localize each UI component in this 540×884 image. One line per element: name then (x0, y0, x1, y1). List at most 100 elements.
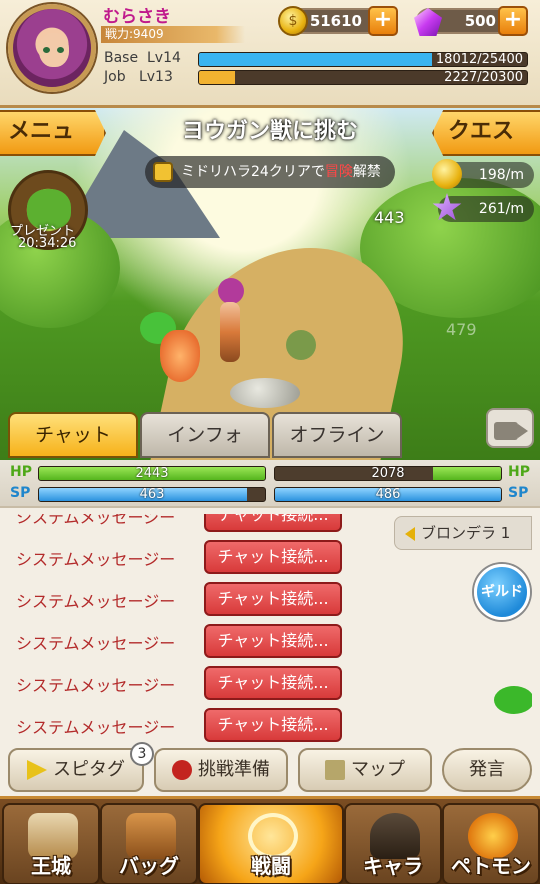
chat-sender: システムメッセージー (16, 550, 176, 569)
chat-bubble[interactable]: チャット接続... (204, 624, 342, 658)
base-exp-fill (199, 53, 432, 66)
gold-rate: 198/m (432, 159, 534, 189)
gem-icon (414, 8, 442, 36)
player-header: むらさき 戦力:9409 $ 51610 + 500 + Base Lv14 1… (0, 0, 540, 108)
battle-scene[interactable]: メニュー ヨウガン獣に挑む クエスト ミドリハラ24クリアで冒険解禁 198/m… (0, 108, 540, 460)
buy-gem-button[interactable]: + (498, 6, 528, 36)
exp-rate: 261/m (432, 193, 534, 222)
tab-chat[interactable]: チャット (8, 412, 138, 458)
base-level-label: Base Lv14 (104, 50, 181, 66)
player-name: むらさき (103, 7, 171, 27)
nav-battle[interactable]: 戦闘 (198, 803, 344, 884)
chat-area: システムメッセージー チャット接続... ︿ システムメッセージー チャット接続… (0, 506, 540, 746)
base-exp-bar: 18012/25400 (198, 52, 528, 67)
camera-icon[interactable] (486, 408, 534, 448)
player-sp-label: SP (10, 485, 31, 501)
tab-offline[interactable]: オフライン (272, 412, 402, 458)
stage-title: ヨウガン獣に挑む (181, 119, 358, 144)
job-exp-fill (199, 71, 236, 84)
base-label: Base (104, 50, 139, 66)
lock-icon (153, 162, 173, 182)
player-hp-bar: 2443 (38, 466, 266, 481)
damage-number-faded: 479 (446, 320, 477, 339)
player-character (210, 278, 250, 368)
avatar-eye-right (57, 47, 64, 53)
player-avatar[interactable] (8, 4, 96, 92)
nav-character-label: キャラ (363, 854, 423, 878)
job-label: Job (104, 69, 126, 85)
spitag-button[interactable]: スピタグ 3 (8, 742, 154, 792)
chat-sender: システムメッセージー (16, 718, 176, 737)
chat-log[interactable]: システムメッセージー チャット接続... ︿ システムメッセージー チャット接続… (8, 514, 532, 746)
nav-castle[interactable]: 王城 (2, 803, 100, 884)
map-icon (325, 760, 345, 780)
monster-icon (172, 760, 192, 780)
gold-amount: 51610 (309, 12, 362, 30)
chat-sender: システムメッセージー (16, 676, 176, 695)
enemy-hp-value: 2078 (371, 466, 405, 481)
unlock-text-danger: 冒険 (324, 164, 353, 180)
hero-body (220, 302, 240, 362)
flag-icon (27, 760, 47, 780)
hero-hair (218, 278, 244, 304)
enemy-hp-label: HP (508, 464, 530, 480)
nav-character[interactable]: キャラ (344, 803, 442, 884)
base-level: Lv14 (147, 50, 181, 66)
chat-sender: システムメッセージー (16, 634, 176, 653)
menu-button[interactable]: メニュー (0, 110, 106, 156)
chat-bubble[interactable]: チャット接続... (204, 582, 342, 616)
enemy-sp-bar: 486 (274, 487, 502, 502)
guild-button[interactable]: ギルド (474, 564, 530, 620)
chat-sender: システムメッセージー (16, 514, 176, 527)
chat-bubble[interactable]: チャット接続... (204, 666, 342, 700)
plant-monster (286, 330, 316, 360)
challenge-label: 挑戦準備 (198, 759, 270, 780)
damage-number: 443 (374, 208, 405, 227)
nav-petmon-label: ペトモン (451, 854, 531, 878)
job-exp-text: 2227/20300 (444, 70, 523, 85)
gem-amount: 500 (464, 12, 496, 30)
unlock-notice: ミドリハラ24クリアで冒険解禁 (145, 156, 395, 188)
gold-rate-text: 198/m (478, 167, 524, 183)
player-sp-value: 463 (139, 487, 165, 502)
player-sp-bar: 463 (38, 487, 266, 502)
player-hp-value: 2443 (135, 466, 169, 481)
nav-bag[interactable]: バッグ (100, 803, 198, 884)
bottom-nav: 王城 バッグ 戦闘 キャラ ペトモン (0, 796, 540, 884)
challenge-prep-button[interactable]: 挑戦準備 (154, 748, 288, 792)
chat-bubble[interactable]: チャット接続... (204, 708, 342, 742)
nav-bag-label: バッグ (119, 854, 179, 878)
base-exp-text: 18012/25400 (435, 52, 523, 67)
nav-battle-label: 戦闘 (251, 854, 291, 878)
rock (230, 378, 300, 408)
chat-bubble-icon[interactable] (494, 686, 532, 714)
player-hp-label: HP (10, 464, 32, 480)
fire-monster (160, 330, 200, 382)
quest-button[interactable]: クエスト (432, 110, 540, 156)
enemy-hp-bar: 2078 (274, 466, 502, 481)
tab-info[interactable]: インフォ (140, 412, 270, 458)
present-timer: 20:34:26 (18, 236, 77, 251)
exp-rate-text: 261/m (478, 201, 524, 217)
action-bar: スピタグ 3 挑戦準備 マップ 発言 (0, 742, 540, 796)
job-level-label: Job Lv13 (104, 69, 173, 85)
job-level: Lv13 (138, 69, 173, 85)
job-exp-bar: 2227/20300 (198, 70, 528, 85)
map-label: マップ (351, 759, 405, 780)
gold-coin-icon: $ (278, 6, 308, 36)
chat-bubble[interactable]: チャット接続... (204, 540, 342, 574)
hp-sp-panel: HP 2443 SP 463 2078 HP 486 SP (0, 460, 540, 506)
nav-castle-label: 王城 (31, 854, 71, 878)
nav-petmon[interactable]: ペトモン (442, 803, 540, 884)
enemy-sp-value: 486 (375, 487, 401, 502)
avatar-eye-left (43, 47, 50, 53)
gold-coin-icon (432, 159, 462, 189)
unlock-text-after: 解禁 (352, 164, 381, 180)
speak-button[interactable]: 発言 (442, 748, 532, 792)
enemy-sp-label: SP (508, 485, 529, 501)
combat-power: 戦力:9409 (101, 26, 245, 43)
server-selector[interactable]: ブロンデラ 1 (394, 516, 532, 550)
unlock-text-before: ミドリハラ24クリアで (181, 164, 325, 180)
buy-gold-button[interactable]: + (368, 6, 398, 36)
map-button[interactable]: マップ (298, 748, 432, 792)
